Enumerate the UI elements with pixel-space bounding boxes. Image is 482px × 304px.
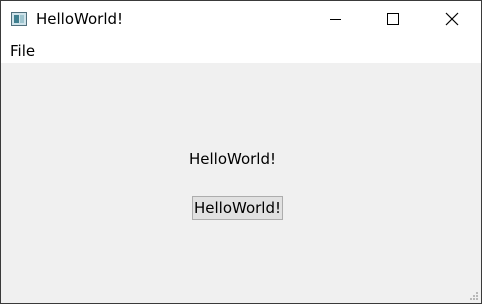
window-title: HelloWorld! <box>36 10 124 28</box>
close-icon <box>445 12 459 26</box>
menu-bar: File <box>1 38 481 63</box>
size-grip-icon[interactable] <box>469 291 479 301</box>
app-window-icon <box>11 12 27 26</box>
hello-label: HelloWorld! <box>188 150 277 168</box>
app-window: HelloWorld! File HelloWorld! HelloWorld! <box>0 0 482 304</box>
minimize-icon <box>330 19 341 20</box>
central-widget: HelloWorld! HelloWorld! <box>1 63 481 303</box>
title-bar[interactable]: HelloWorld! <box>1 1 481 38</box>
maximize-icon <box>387 13 399 25</box>
minimize-button[interactable] <box>307 1 365 38</box>
maximize-button[interactable] <box>365 1 423 38</box>
menu-item-file[interactable]: File <box>10 42 35 60</box>
app-icon-pane-left <box>14 15 19 23</box>
hello-button[interactable]: HelloWorld! <box>192 196 283 220</box>
close-button[interactable] <box>423 1 481 38</box>
app-icon-pane-right <box>20 15 24 23</box>
